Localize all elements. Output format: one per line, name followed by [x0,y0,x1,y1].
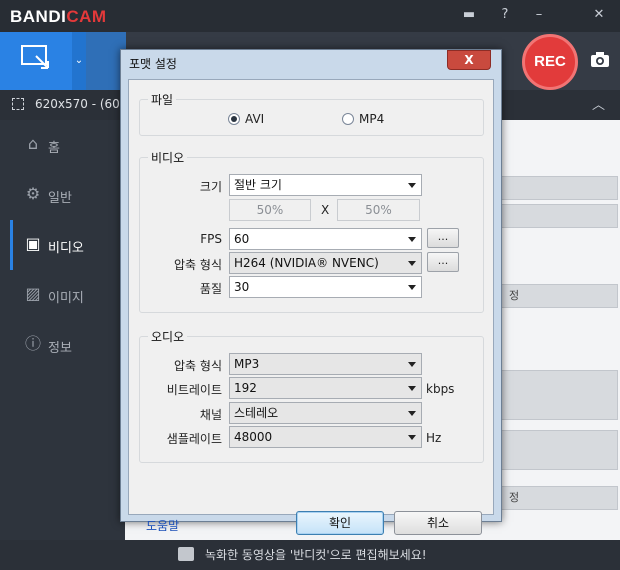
image-icon: ▨ [25,284,41,303]
region-icon [12,98,24,110]
folder-icon[interactable]: ▬ [460,6,478,24]
dialog-close-button[interactable]: X [447,50,491,70]
dialog-body: 파일 AVI MP4 비디오 크기 절반 크기 50% X 50% FPS 60 [128,79,494,535]
minimize-icon[interactable]: – [530,6,548,24]
samplerate-unit: Hz [426,431,442,445]
video-codec-select[interactable]: H264 (NVIDIA® NVENC) [229,252,422,274]
dropdown-arrow-icon [408,435,416,440]
audio-group: 오디오 압축 형식 MP3 비트레이트 192 kbps 채널 스테레오 샘플레… [139,328,484,463]
samplerate-select[interactable]: 48000 [229,426,422,448]
dropdown-arrow-icon [408,261,416,266]
capture-size-text: 620x570 - (60… [35,97,132,111]
info-icon: ⓘ [24,334,41,353]
chevron-down-icon[interactable]: ⌄ [72,32,86,90]
video-settings-icon: ▣ [25,234,41,253]
codec-more-button[interactable]: ... [427,252,459,272]
sidebar: ⌂ 홈 ⚙ 일반 ▣ 비디오 ▨ 이미지 ⓘ 정보 [0,120,125,540]
bitrate-select[interactable]: 192 [229,377,422,399]
radio-mp4-dot [342,113,354,125]
sidebar-item-video[interactable]: ▣ 비디오 [0,220,125,270]
cancel-button[interactable]: 취소 [394,511,482,535]
bitrate-label: 비트레이트 [166,383,222,397]
sidebar-item-home[interactable]: ⌂ 홈 [0,120,125,170]
status-message[interactable]: 녹화한 동영상을 '반디컷'으로 편집해보세요! [205,546,427,563]
background-field [500,430,618,470]
sidebar-item-image[interactable]: ▨ 이미지 [0,270,125,320]
bitrate-unit: kbps [426,382,455,396]
dropdown-arrow-icon [408,411,416,416]
background-field [500,370,618,420]
home-icon: ⌂ [27,134,39,153]
dropdown-arrow-icon [408,362,416,367]
size-select[interactable]: 절반 크기 [229,174,422,196]
close-icon[interactable]: ✕ [590,6,608,24]
background-field [500,204,618,228]
background-button[interactable]: 정 [500,486,618,510]
sidebar-item-general[interactable]: ⚙ 일반 [0,170,125,220]
file-group-label: 파일 [148,91,177,108]
dropdown-arrow-icon [408,237,416,242]
size-label: 크기 [199,180,222,194]
width-percent-field: 50% [229,199,311,221]
channel-label: 채널 [199,408,222,422]
fps-select[interactable]: 60 [229,228,422,250]
rec-button[interactable]: REC [522,34,578,90]
audio-codec-select[interactable]: MP3 [229,353,422,375]
dropdown-arrow-icon [408,183,416,188]
background-field [500,176,618,200]
chat-icon [178,547,194,561]
status-bar: 녹화한 동영상을 '반디컷'으로 편집해보세요! [0,540,620,570]
select-area-icon [21,45,49,69]
camera-icon[interactable] [590,51,610,71]
gear-icon: ⚙ [25,184,41,203]
app-logo: BANDICAM [10,7,107,26]
height-percent-field: 50% [337,199,420,221]
channel-select[interactable]: 스테레오 [229,402,422,424]
audio-group-label: 오디오 [148,328,188,345]
radio-avi-dot [228,113,240,125]
screen-mode-button[interactable] [0,32,72,90]
video-codec-label: 압축 형식 [174,258,222,272]
dropdown-arrow-icon [408,386,416,391]
video-group: 비디오 크기 절반 크기 50% X 50% FPS 60 ... 압축 형식 … [139,149,484,313]
quality-select[interactable]: 30 [229,276,422,298]
dialog-title: 포맷 설정 [129,57,177,71]
x-separator: X [321,203,330,217]
audio-codec-label: 압축 형식 [174,359,222,373]
fps-more-button[interactable]: ... [427,228,459,248]
help-icon[interactable]: ? [496,6,514,24]
chevron-up-icon[interactable]: ︿ [592,94,605,113]
dropdown-arrow-icon [408,285,416,290]
quality-label: 품질 [199,282,222,296]
title-bar: BANDICAM ▬ ? – ✕ [0,0,620,32]
help-link[interactable]: 도움말 [146,517,179,534]
samplerate-label: 샘플레이트 [166,432,222,446]
video-group-label: 비디오 [148,149,188,166]
file-group: 파일 AVI MP4 [139,91,484,136]
background-button[interactable]: 정 [500,284,618,308]
ok-button[interactable]: 확인 [296,511,384,535]
fps-label: FPS [200,232,222,246]
format-settings-dialog: 포맷 설정 X 파일 AVI MP4 비디오 크기 절반 크기 50% X 50… [120,49,502,535]
sidebar-item-info[interactable]: ⓘ 정보 [0,320,125,370]
